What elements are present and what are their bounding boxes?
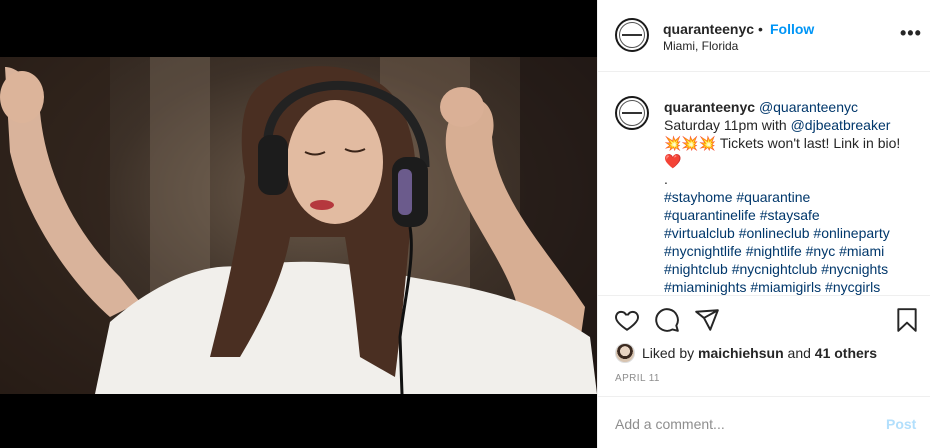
logo-ring (619, 22, 645, 48)
post-side-panel: quaranteenyc • Follow Miami, Florida •••… (597, 0, 930, 448)
logo-bar (622, 34, 642, 36)
photo-illustration (0, 57, 597, 394)
photo-frame (0, 57, 597, 394)
liked-by-label: Liked by (642, 345, 695, 361)
hashtag-line[interactable]: #virtualclub #onlineclub #onlineparty (664, 224, 914, 242)
hashtag-line[interactable]: #nightclub #nycnightclub #nycnights (664, 260, 914, 278)
comment-icon[interactable] (654, 307, 680, 333)
logo-bar (622, 112, 642, 114)
logo-ring (619, 100, 645, 126)
caption-handle[interactable]: @quaranteenyc (759, 99, 858, 115)
post-username[interactable]: quaranteenyc (663, 21, 754, 37)
liker-avatar[interactable] (615, 343, 635, 363)
separator-dot: • (758, 21, 763, 37)
more-options-icon[interactable]: ••• (900, 24, 922, 42)
likes-others-count[interactable]: 41 others (815, 345, 877, 361)
post-location[interactable]: Miami, Florida (663, 39, 738, 53)
caption-avatar[interactable] (615, 96, 649, 130)
caption-line2: 💥💥💥 Tickets won't last! Link in bio! ❤️ (664, 135, 901, 169)
comment-box: Add a comment... Post (598, 396, 930, 448)
action-bar (598, 296, 930, 344)
profile-avatar[interactable] (615, 18, 649, 52)
caption-section: quaranteenyc @quaranteenyc Saturday 11pm… (598, 72, 930, 296)
post-comment-button[interactable]: Post (886, 416, 916, 432)
hashtag-line[interactable]: #quarantinelife #staysafe (664, 206, 914, 224)
caption-username[interactable]: quaranteenyc (664, 99, 755, 115)
hashtag-line[interactable]: #miaminights #miamigirls #nycgirls (664, 278, 914, 295)
comment-input[interactable]: Add a comment... (615, 416, 725, 432)
follow-button[interactable]: Follow (770, 21, 814, 37)
likes-row: Liked by maichiehsun and 41 others (615, 343, 877, 363)
hashtag-line[interactable]: #stayhome #quarantine (664, 188, 914, 206)
hashtag-line[interactable]: #nycnightlife #nightlife #nyc #miami (664, 242, 914, 260)
caption-line1: Saturday 11pm with (664, 117, 791, 133)
mention-link[interactable]: @djbeatbreaker (791, 117, 891, 133)
share-icon[interactable] (694, 307, 720, 333)
heart-icon[interactable] (614, 307, 640, 333)
caption-text: quaranteenyc @quaranteenyc Saturday 11pm… (664, 98, 914, 295)
post-photo[interactable] (0, 0, 597, 448)
bookmark-icon[interactable] (894, 307, 920, 333)
post-header: quaranteenyc • Follow Miami, Florida ••• (598, 0, 930, 72)
post-date[interactable]: APRIL 11 (615, 373, 660, 384)
liker-username[interactable]: maichiehsun (698, 345, 784, 361)
likes-and: and (787, 345, 811, 361)
caption-dot: . (664, 171, 668, 187)
